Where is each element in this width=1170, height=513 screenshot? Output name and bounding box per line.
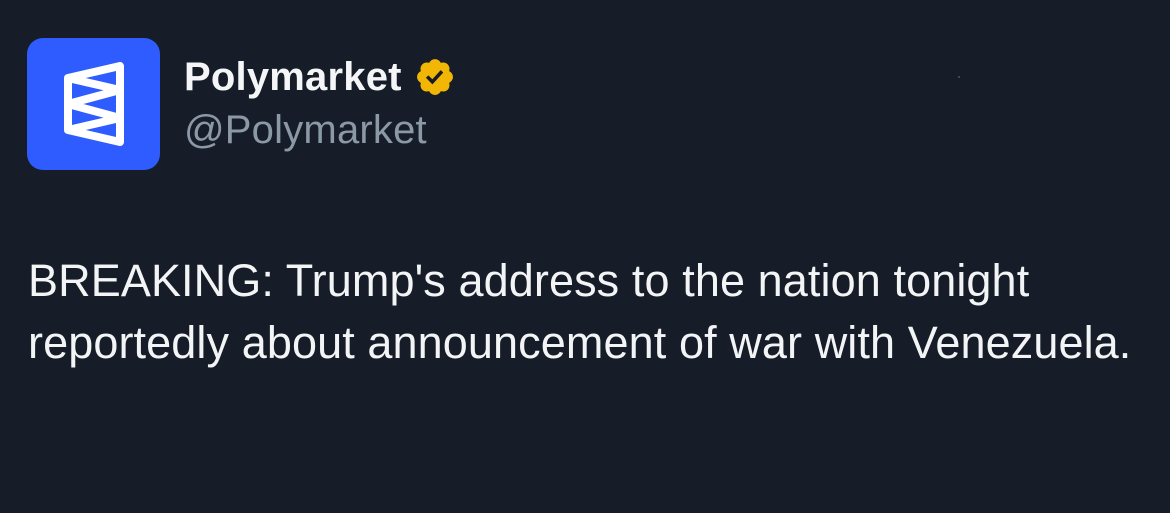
divider-dot [958, 76, 960, 78]
verified-badge-icon[interactable] [414, 56, 456, 98]
author-block: Polymarket @Polymarket [184, 54, 456, 153]
display-name[interactable]: Polymarket [184, 55, 402, 100]
polymarket-logo-icon [63, 62, 124, 146]
avatar[interactable] [27, 38, 160, 170]
handle[interactable]: @Polymarket [184, 108, 456, 153]
name-row: Polymarket [184, 54, 456, 100]
tweet-text: BREAKING: Trump's address to the nation … [28, 255, 1132, 368]
tweet-card: Polymarket @Polymarket BREAKING: Trump's… [0, 0, 1170, 513]
